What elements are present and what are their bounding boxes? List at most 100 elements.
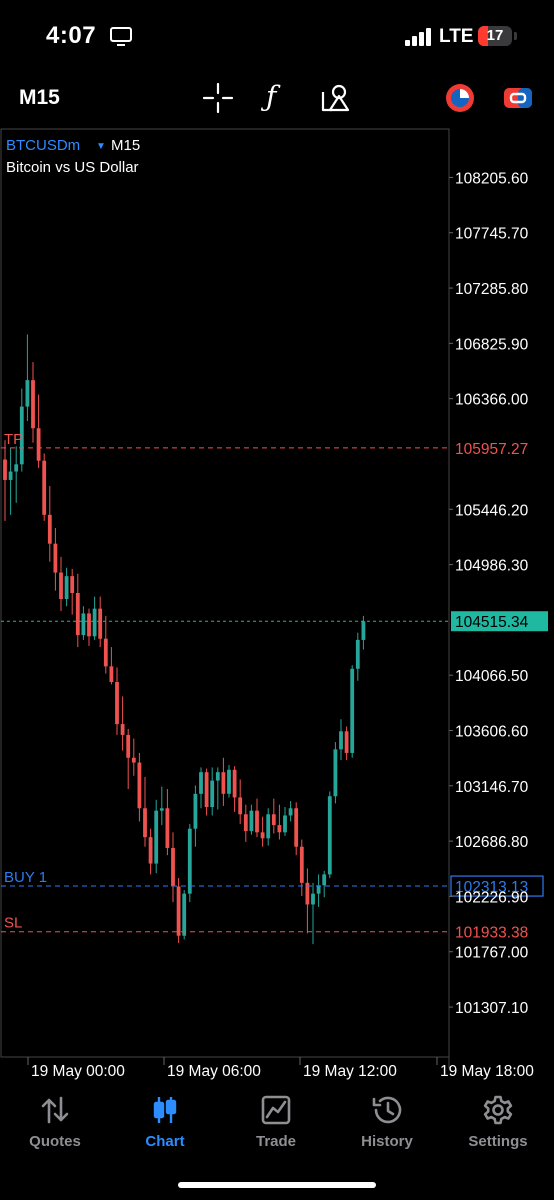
candle-body [327,796,332,875]
indicators-icon[interactable]: ƒ [266,80,276,113]
candle-body [322,874,327,886]
candle [47,485,52,562]
candle-body [311,893,315,905]
candle [232,766,237,812]
price-tick-label: 103606.60 [455,724,529,741]
price-tick-label: 106825.90 [455,336,529,353]
tab-quotes[interactable]: Quotes [0,1090,110,1160]
network-type: LTE [439,26,474,47]
candle-body [255,810,259,833]
candle [137,752,142,822]
time-tick-label: 19 May 00:00 [31,1063,125,1080]
candle-body [148,837,153,864]
candle-body [227,769,231,794]
crosshair-icon[interactable] [202,82,234,114]
time-axis: 19 May 00:00 19 May 06:00 19 May 12:00 19 M… [27,1057,534,1080]
candle [143,776,147,847]
settings-gear-icon [483,1095,513,1125]
candle-body [75,593,80,636]
candle [120,696,125,751]
candle-body [53,543,58,573]
candle-body [31,380,35,429]
price-tick-label: 105446.20 [455,502,529,519]
candle-body [47,514,52,544]
timeframe-selector[interactable]: M15 [19,86,60,110]
candle-body [3,459,7,480]
tp-price-label: 105957.27 [455,441,528,458]
objects-icon[interactable] [320,82,352,114]
tab-settings-label: Settings [468,1133,528,1150]
symbol-dropdown-icon[interactable]: ▼ [96,141,106,152]
price-axis: 108205.60 107745.70 107285.80 106825.90 1063… [449,170,529,1017]
candle-body [249,810,254,832]
candle-body [288,808,293,816]
trade-button-icon[interactable] [502,82,534,114]
candle [103,615,108,674]
candle-body [143,808,147,838]
candle-body [159,808,164,811]
candle-body [339,731,343,750]
candle-body [266,814,271,839]
candlestick-chart[interactable]: TP105957.27BUY 1102313.13SL101933.381045… [0,128,554,1090]
candles-layer [3,334,366,945]
candle-body [115,681,119,725]
symbol-name[interactable]: BTCUSDm [6,137,80,154]
tab-quotes-label: Quotes [29,1133,81,1150]
sl-level-label: SL [4,915,22,932]
candle [227,764,231,798]
candle [294,802,299,856]
symbol-description: Bitcoin vs US Dollar [6,159,139,176]
candle [339,719,343,761]
tab-chart[interactable]: Chart [110,1090,220,1160]
tab-settings[interactable]: Settings [443,1090,553,1160]
candle [126,728,131,790]
candle-body [42,460,47,515]
candle-body [299,846,304,883]
price-tick-label: 103146.70 [455,779,529,796]
candle-body [187,828,192,894]
candle [283,807,287,836]
candle [3,440,7,521]
candle [204,768,209,816]
chart-timeframe: M15 [111,137,140,154]
candle-body [193,793,198,829]
chart-toolbar: M15 ƒ [0,70,554,128]
candle-body [126,734,131,758]
history-icon [372,1096,402,1124]
price-tick-label: 106366.00 [455,392,529,409]
price-tick-label: 107285.80 [455,281,529,298]
candle [243,804,248,842]
candle [344,726,349,761]
price-tick-label: 104986.30 [455,558,529,575]
candle [260,816,265,847]
price-tick-label: 107745.70 [455,226,529,243]
candle-body [215,772,220,781]
candle-body [210,780,215,808]
candle [36,394,41,468]
candle-body [199,772,203,794]
candle-body [81,613,86,636]
candle [299,839,304,897]
price-tick-label: 102226.90 [455,889,529,906]
tab-trade[interactable]: Trade [221,1090,331,1160]
candle-body [120,724,125,735]
cellular-signal-icon [405,28,433,46]
candle [154,799,159,874]
price-chart[interactable]: TP 105957.27 BUY 1 102313.13 SL 101933.38 1045… [0,128,554,1090]
candle [333,742,338,804]
candle [327,791,332,879]
tab-history[interactable]: History [332,1090,442,1160]
candle [238,779,243,824]
candle [25,334,30,422]
one-click-trading-icon[interactable] [444,82,476,114]
candle-body [109,666,114,682]
price-tick-label: 108205.60 [455,170,529,187]
candle-body [243,814,248,832]
candle [193,785,198,847]
price-tick-label: 101307.10 [455,1000,529,1017]
candle-body [87,613,91,637]
status-time: 4:07 [46,22,97,49]
candle-body [361,621,366,640]
candle-body [92,608,97,637]
candle [271,798,276,834]
